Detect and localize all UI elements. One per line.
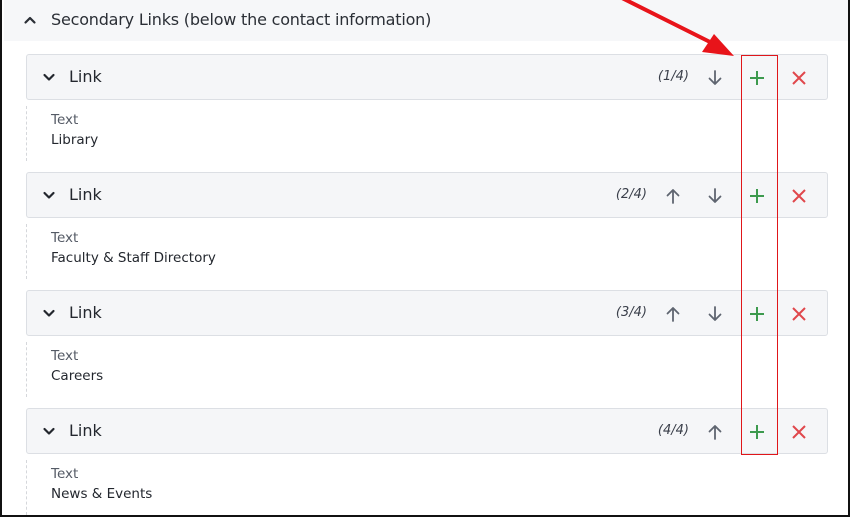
chevron-down-icon[interactable]	[41, 69, 57, 85]
section-title: Secondary Links (below the contact infor…	[51, 10, 432, 29]
section-header[interactable]: Secondary Links (below the contact infor…	[4, 0, 848, 41]
item-counter: (3/4)	[615, 305, 647, 320]
annotation-highlight-box	[741, 55, 778, 455]
field-value[interactable]: Library	[51, 132, 98, 148]
move-down-button[interactable]	[702, 65, 728, 91]
chevron-down-icon[interactable]	[41, 305, 57, 321]
link-item-body: Text Careers	[26, 342, 326, 397]
chevron-down-icon[interactable]	[41, 423, 57, 439]
field-label: Text	[51, 230, 79, 246]
remove-item-button[interactable]	[786, 301, 812, 327]
link-item-title: Link	[69, 303, 102, 322]
arrow-down-icon	[708, 188, 722, 203]
plus-icon	[750, 71, 764, 85]
field-value[interactable]: Careers	[51, 368, 103, 384]
arrow-up-icon	[666, 189, 680, 204]
remove-item-button[interactable]	[786, 183, 812, 209]
field-value[interactable]: Faculty & Staff Directory	[51, 250, 216, 266]
plus-icon	[750, 307, 764, 321]
link-item-title: Link	[69, 67, 102, 86]
link-item-title: Link	[69, 185, 102, 204]
arrow-down-icon	[708, 70, 722, 85]
arrow-down-icon	[708, 306, 722, 321]
move-down-button[interactable]	[702, 183, 728, 209]
plus-icon	[750, 425, 764, 439]
add-item-button[interactable]	[744, 301, 770, 327]
move-down-button[interactable]	[702, 301, 728, 327]
close-icon	[792, 307, 806, 321]
move-up-button[interactable]	[660, 301, 686, 327]
arrow-up-icon	[666, 307, 680, 322]
field-label: Text	[51, 348, 79, 364]
field-label: Text	[51, 466, 79, 482]
add-item-button[interactable]	[744, 419, 770, 445]
link-item-header[interactable]: Link (1/4)	[26, 54, 828, 100]
close-icon	[792, 71, 806, 85]
item-counter: (2/4)	[615, 187, 647, 202]
chevron-down-icon[interactable]	[41, 187, 57, 203]
link-item-title: Link	[69, 421, 102, 440]
link-item-header[interactable]: Link (2/4)	[26, 172, 828, 218]
move-up-button[interactable]	[660, 183, 686, 209]
remove-item-button[interactable]	[786, 65, 812, 91]
close-icon	[792, 189, 806, 203]
field-value[interactable]: News & Events	[51, 486, 152, 502]
chevron-up-icon[interactable]	[22, 12, 38, 28]
item-counter: (1/4)	[657, 69, 689, 84]
move-up-button[interactable]	[702, 419, 728, 445]
link-item-header[interactable]: Link (4/4)	[26, 408, 828, 454]
remove-item-button[interactable]	[786, 419, 812, 445]
add-item-button[interactable]	[744, 65, 770, 91]
add-item-button[interactable]	[744, 183, 770, 209]
link-item-body: Text Faculty & Staff Directory	[26, 224, 326, 279]
close-icon	[792, 425, 806, 439]
plus-icon	[750, 189, 764, 203]
item-counter: (4/4)	[657, 423, 689, 438]
link-item-body: Text News & Events	[26, 460, 326, 515]
link-item-body: Text Library	[26, 106, 326, 161]
arrow-up-icon	[708, 425, 722, 440]
secondary-links-panel: Secondary Links (below the contact infor…	[0, 0, 850, 517]
link-item-header[interactable]: Link (3/4)	[26, 290, 828, 336]
field-label: Text	[51, 112, 79, 128]
